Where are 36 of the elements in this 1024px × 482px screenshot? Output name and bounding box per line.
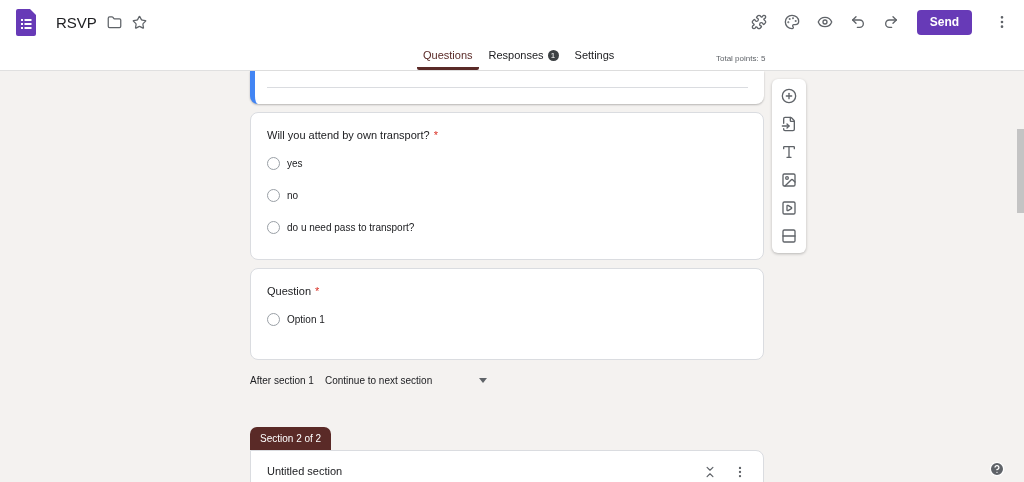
option-label: yes bbox=[287, 157, 303, 169]
undo-icon[interactable] bbox=[850, 14, 866, 30]
total-points: Total points: 5 bbox=[716, 54, 766, 63]
after-section-label: After section 1 bbox=[250, 374, 314, 386]
star-icon[interactable] bbox=[131, 14, 147, 30]
question-title: Will you attend by own transport? bbox=[267, 129, 430, 141]
option-label: do u need pass to transport? bbox=[287, 221, 415, 233]
form-title[interactable]: RSVP bbox=[56, 13, 97, 31]
import-icon[interactable] bbox=[781, 116, 797, 132]
required-asterisk: * bbox=[315, 285, 320, 297]
tab[interactable]: Settings bbox=[568, 49, 621, 70]
section-title: Untitled section bbox=[267, 465, 344, 477]
forms-logo-icon bbox=[16, 8, 36, 36]
video-icon[interactable] bbox=[781, 200, 797, 216]
scrollbar[interactable] bbox=[1017, 129, 1024, 213]
folder-icon[interactable] bbox=[106, 14, 122, 30]
eye-icon[interactable] bbox=[817, 14, 833, 30]
text-icon[interactable] bbox=[781, 144, 797, 160]
tab[interactable]: Responses 1 bbox=[482, 49, 565, 70]
collapse-icon[interactable] bbox=[703, 465, 717, 479]
add-circle-icon[interactable] bbox=[781, 88, 797, 104]
section-icon[interactable] bbox=[781, 228, 797, 244]
puzzle-icon[interactable] bbox=[751, 14, 767, 30]
option-label: Option 1 bbox=[287, 313, 325, 325]
required-asterisk: * bbox=[433, 129, 438, 141]
image-icon[interactable] bbox=[781, 172, 797, 188]
section-tag: Section 2 of 2 bbox=[250, 427, 332, 450]
palette-icon[interactable] bbox=[784, 14, 800, 30]
section-dropdown[interactable]: Continue to next section bbox=[324, 374, 487, 386]
count-badge: 1 bbox=[547, 49, 559, 61]
help-icon[interactable] bbox=[989, 461, 1005, 477]
question-title: Question bbox=[267, 285, 312, 297]
caret-icon bbox=[478, 377, 487, 383]
send-button[interactable]: Send bbox=[917, 9, 972, 35]
redo-icon[interactable] bbox=[883, 14, 899, 30]
option-label: no bbox=[287, 189, 299, 201]
